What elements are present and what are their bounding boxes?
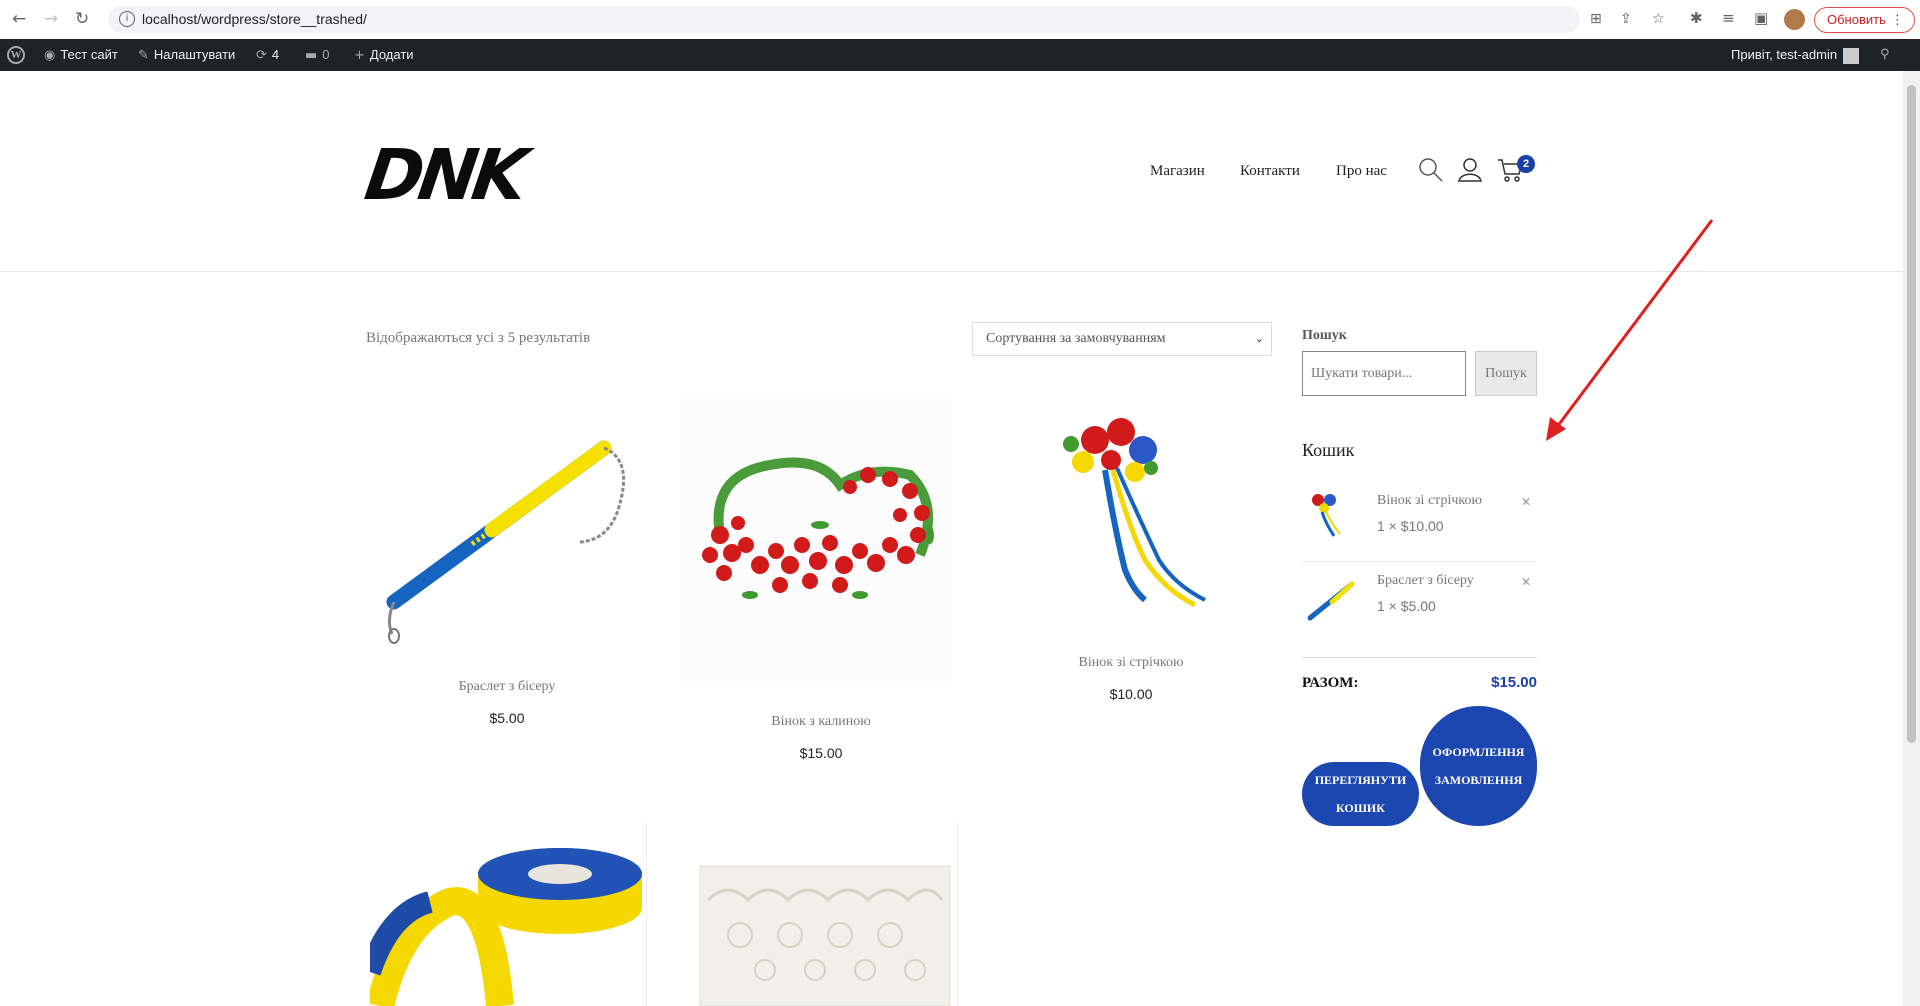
cart-item-quantity: 1 × $10.00 (1377, 518, 1444, 534)
share-icon[interactable]: ⇪ (1620, 11, 1632, 27)
plus-icon: + (354, 48, 365, 63)
product-image-ribbon-roll[interactable] (370, 822, 650, 1006)
scrollbar-thumb[interactable] (1907, 85, 1916, 743)
product-title[interactable]: Вінок зі стрічкою (990, 655, 1272, 671)
reload-icon[interactable]: ↻ (75, 9, 89, 29)
forward-icon[interactable]: → (44, 9, 58, 29)
comment-icon: ▬ (305, 48, 318, 63)
product-search-input[interactable]: Шукати товари... (1302, 351, 1466, 396)
product-price: $15.00 (799, 745, 843, 761)
product-image-lace[interactable] (690, 860, 960, 1006)
product-price: $10.00 (1109, 686, 1153, 702)
product-price: $5.00 (489, 710, 525, 726)
cart-total-value: $15.00 (1491, 674, 1537, 691)
sort-select[interactable]: Сортування за замовчуванням ⌄ (972, 322, 1272, 356)
remove-item-icon[interactable]: ✕ (1521, 495, 1531, 509)
update-button[interactable]: Обновить ⋮ (1814, 7, 1915, 33)
cart-item-thumbnail[interactable] (1306, 578, 1358, 624)
user-icon[interactable] (1457, 157, 1483, 183)
product-title[interactable]: Браслет з бісеру (366, 679, 648, 695)
url-text[interactable]: localhost/wordpress/store__trashed/ (142, 11, 367, 27)
admin-bar-site[interactable]: ◉ Тест сайт (44, 39, 118, 71)
cart-item-thumbnail[interactable] (1308, 492, 1344, 540)
cart-widget-title: Кошик (1302, 440, 1355, 460)
remove-item-icon[interactable]: ✕ (1521, 575, 1531, 589)
site-logo[interactable]: DNK (360, 134, 527, 216)
annotation-arrow (1546, 219, 1714, 441)
wordpress-logo-icon[interactable]: W (7, 46, 25, 64)
checkout-button[interactable]: ОФОРМЛЕННЯ ЗАМОВЛЕННЯ (1420, 706, 1537, 826)
admin-bar-account[interactable]: Привіт, test-admin (1731, 39, 1860, 71)
admin-bar-updates[interactable]: ⟳ 4 (256, 39, 279, 71)
admin-bar-comments[interactable]: ▬ 0 (305, 39, 330, 71)
page-scrollbar[interactable] (1903, 71, 1920, 1006)
profile-avatar[interactable] (1784, 9, 1805, 30)
search-button[interactable]: Пошук (1475, 351, 1537, 396)
menu-item-contacts[interactable]: Контакти (1240, 163, 1300, 180)
dashboard-icon: ◉ (44, 48, 56, 63)
menu-kebab-icon[interactable]: ⋮ (1891, 8, 1904, 32)
product-title[interactable]: Вінок з калиною (680, 714, 962, 730)
menu-item-shop[interactable]: Магазин (1150, 163, 1205, 180)
admin-bar-customize[interactable]: ✎ Налаштувати (138, 39, 235, 71)
admin-bar-new[interactable]: + Додати (354, 39, 414, 71)
updates-icon: ⟳ (256, 48, 267, 63)
cart-item-quantity: 1 × $5.00 (1377, 598, 1436, 614)
reading-list-icon[interactable]: ≡ (1722, 9, 1735, 27)
search-icon[interactable] (1418, 157, 1444, 183)
product-image-bracelet[interactable] (372, 420, 642, 645)
translate-icon[interactable]: ⊞ (1590, 11, 1602, 27)
search-widget-title: Пошук (1302, 328, 1347, 343)
browser-toolbar: ← → ↻ i localhost/wordpress/store__trash… (0, 0, 1920, 40)
site-info-icon[interactable]: i (119, 11, 135, 27)
menu-item-about[interactable]: Про нас (1336, 163, 1387, 180)
cart-count-badge: 2 (1517, 155, 1535, 173)
side-panel-icon[interactable]: ▣ (1754, 9, 1768, 27)
extensions-icon[interactable]: ✱ (1690, 9, 1703, 27)
product-divider (646, 822, 647, 1006)
cart-item-name[interactable]: Вінок зі стрічкою (1377, 493, 1482, 509)
cart-total-divider (1302, 657, 1537, 658)
product-image-viburnum-wreath[interactable] (680, 395, 952, 685)
cart-total-label: РАЗОМ: (1302, 675, 1359, 691)
address-bar[interactable]: i localhost/wordpress/store__trashed/ ⊞ … (108, 6, 1665, 33)
result-count: Відображаються усі з 5 результатів (366, 330, 591, 346)
chevron-down-icon: ⌄ (1254, 332, 1264, 345)
brush-icon: ✎ (138, 48, 149, 63)
user-avatar (1843, 47, 1860, 64)
bookmark-star-icon[interactable]: ☆ (1652, 11, 1665, 27)
view-cart-button[interactable]: ПЕРЕГЛЯНУТИ КОШИК (1302, 762, 1419, 826)
back-icon[interactable]: ← (12, 9, 26, 29)
wp-admin-bar: W ◉ Тест сайт ✎ Налаштувати ⟳ 4 ▬ 0 + Додати … (0, 39, 1920, 71)
cart-item-name[interactable]: Браслет з бісеру (1377, 573, 1474, 589)
admin-search-icon[interactable]: ⚲ (1880, 39, 1890, 71)
product-image-ribbon-wreath[interactable] (1055, 410, 1215, 620)
cart-item-divider (1302, 561, 1537, 562)
